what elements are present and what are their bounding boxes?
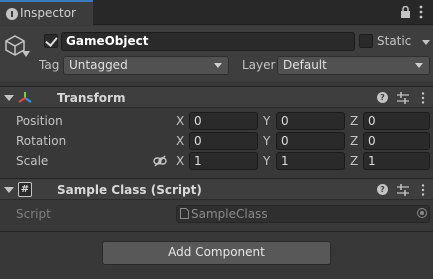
- script-object-field: SampleClass: [176, 205, 430, 223]
- layer-value: Default: [283, 58, 327, 72]
- axis-x-label[interactable]: X: [176, 114, 184, 128]
- rotation-x-field[interactable]: 0: [189, 132, 258, 150]
- scale-y-field[interactable]: 1: [276, 152, 345, 170]
- static-checkbox[interactable]: [359, 34, 373, 48]
- help-icon[interactable]: ?: [377, 92, 388, 103]
- transform-header[interactable]: Transform ?: [0, 86, 433, 108]
- kebab-menu-icon[interactable]: [421, 184, 425, 196]
- rotation-label: Rotation: [16, 134, 67, 148]
- scale-x-field[interactable]: 1: [189, 152, 258, 170]
- foldout-arrow-icon[interactable]: [4, 95, 14, 101]
- icon-dropdown-arrow-icon[interactable]: [22, 51, 30, 57]
- chevron-down-icon: [214, 63, 222, 68]
- presets-icon[interactable]: [397, 184, 409, 196]
- position-label: Position: [16, 114, 63, 128]
- object-picker-icon[interactable]: [417, 208, 427, 218]
- presets-icon[interactable]: [397, 92, 409, 104]
- static-label: Static: [377, 34, 412, 48]
- axis-z-label[interactable]: Z: [350, 114, 358, 128]
- foldout-arrow-icon[interactable]: [4, 187, 14, 193]
- axis-z-label[interactable]: Z: [350, 154, 358, 168]
- active-checkbox[interactable]: [44, 34, 58, 48]
- tab-title: Inspector: [20, 6, 76, 20]
- scale-z-field[interactable]: 1: [363, 152, 430, 170]
- axis-x-label[interactable]: X: [176, 134, 184, 148]
- axis-y-label[interactable]: Y: [263, 114, 270, 128]
- help-icon[interactable]: ?: [377, 184, 388, 195]
- tab-inspector[interactable]: Inspector: [0, 0, 93, 25]
- transform-title: Transform: [57, 91, 126, 105]
- static-dropdown-arrow-icon[interactable]: [422, 40, 430, 45]
- rotation-z-field[interactable]: 0: [363, 132, 430, 150]
- tag-dropdown[interactable]: Untagged: [63, 56, 229, 75]
- position-z-field[interactable]: 0: [363, 112, 430, 130]
- rotation-y-field[interactable]: 0: [276, 132, 345, 150]
- script-component-title: Sample Class (Script): [57, 183, 202, 197]
- chevron-down-icon: [415, 63, 423, 68]
- kebab-menu-icon[interactable]: [417, 5, 425, 19]
- script-field-label: Script: [16, 207, 51, 221]
- info-icon: [6, 8, 18, 20]
- position-x-field[interactable]: 0: [189, 112, 258, 130]
- divider: [0, 231, 433, 232]
- lock-icon[interactable]: [400, 6, 411, 18]
- kebab-menu-icon[interactable]: [421, 92, 425, 104]
- gameobject-name-field[interactable]: GameObject: [61, 32, 355, 51]
- tag-value: Untagged: [69, 58, 128, 72]
- link-icon[interactable]: [153, 155, 167, 167]
- axis-y-label[interactable]: Y: [263, 134, 270, 148]
- tag-label: Tag: [39, 58, 60, 72]
- transform-icon: [18, 92, 32, 103]
- script-component-header[interactable]: # Sample Class (Script) ?: [0, 178, 433, 200]
- position-y-field[interactable]: 0: [276, 112, 345, 130]
- script-file-icon: [180, 208, 189, 219]
- axis-z-label[interactable]: Z: [350, 134, 358, 148]
- layer-label: Layer: [242, 58, 276, 72]
- layer-dropdown[interactable]: Default: [277, 56, 430, 75]
- axis-y-label[interactable]: Y: [263, 154, 270, 168]
- add-component-button[interactable]: Add Component: [102, 241, 331, 265]
- script-icon: #: [18, 182, 32, 197]
- scale-label: Scale: [16, 154, 49, 168]
- axis-x-label[interactable]: X: [176, 154, 184, 168]
